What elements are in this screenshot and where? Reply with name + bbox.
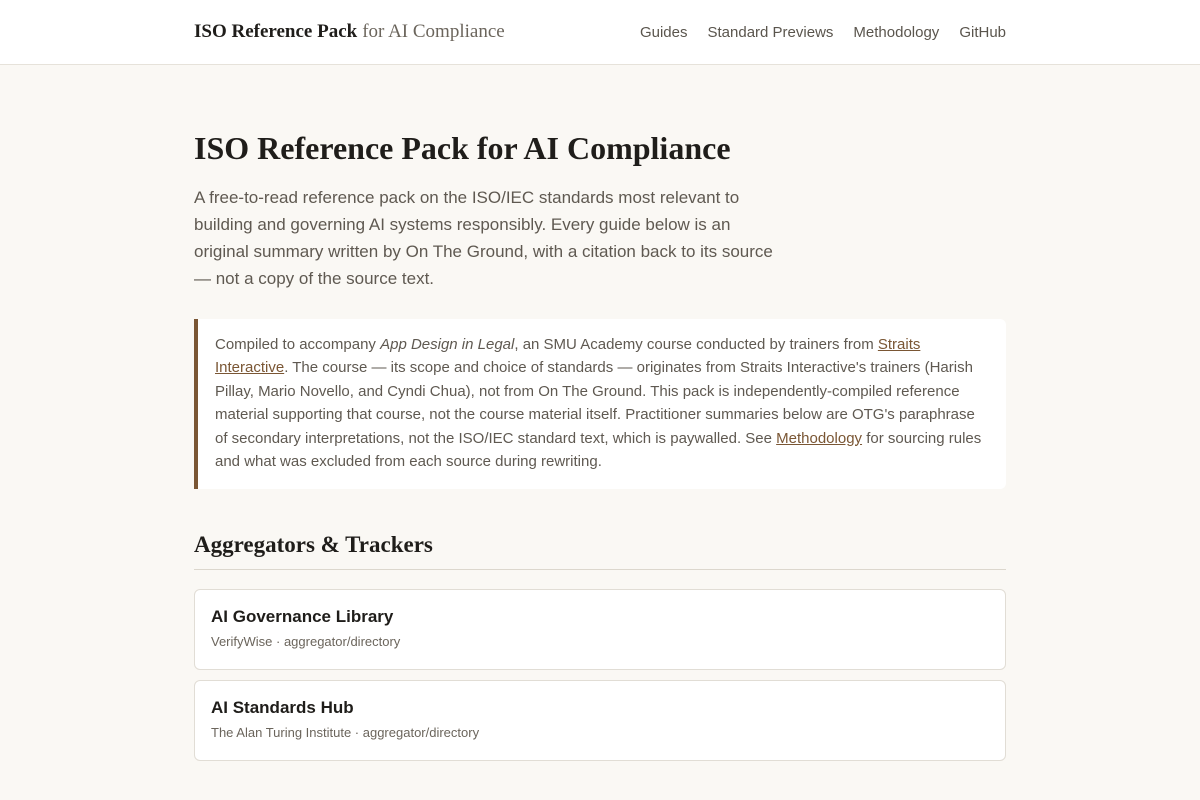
- card-title: AI Governance Library: [211, 607, 394, 627]
- callout-text-2: , an SMU Academy course conducted by tra…: [514, 336, 878, 353]
- card-title: AI Standards Hub: [211, 698, 354, 718]
- card-meta: The Alan Turing Institute · aggregator/d…: [211, 725, 480, 741]
- nav-link-standard-previews[interactable]: Standard Previews: [708, 24, 834, 41]
- page-title: ISO Reference Pack for AI Compliance: [194, 130, 731, 166]
- course-name: App Design in Legal: [380, 336, 515, 353]
- card-meta: VerifyWise · aggregator/directory: [211, 634, 401, 650]
- brand-logo-link[interactable]: ISO Reference Pack for AI Compliance: [194, 21, 505, 43]
- main-content: ISO Reference Pack for AI Compliance A f…: [194, 65, 1006, 762]
- nav-link-guides[interactable]: Guides: [640, 24, 688, 41]
- brand-name: ISO Reference Pack: [194, 21, 358, 42]
- top-navigation-inner: ISO Reference Pack for AI Compliance Guid…: [194, 0, 1006, 64]
- callout-text-1: Compiled to accompany: [215, 336, 381, 353]
- aggregator-card-list: AI Governance Library VerifyWise · aggre…: [194, 589, 1006, 762]
- page-intro: A free-to-read reference pack on the ISO…: [194, 188, 773, 288]
- main-nav: Guides Standard Previews Methodology Git…: [640, 24, 1006, 41]
- top-navigation-bar: ISO Reference Pack for AI Compliance Guid…: [0, 0, 1200, 65]
- methodology-link[interactable]: Methodology: [776, 430, 862, 447]
- nav-link-github[interactable]: GitHub: [959, 24, 1006, 41]
- nav-link-methodology[interactable]: Methodology: [853, 24, 939, 41]
- brand-tagline: for AI Compliance: [362, 21, 505, 42]
- course-context-callout: Compiled to accompany App Design in Lega…: [194, 319, 1006, 490]
- card-ai-governance-library[interactable]: AI Governance Library VerifyWise · aggre…: [194, 589, 1006, 671]
- section-heading-aggregators: Aggregators & Trackers: [194, 531, 1006, 571]
- card-ai-standards-hub[interactable]: AI Standards Hub The Alan Turing Institu…: [194, 680, 1006, 762]
